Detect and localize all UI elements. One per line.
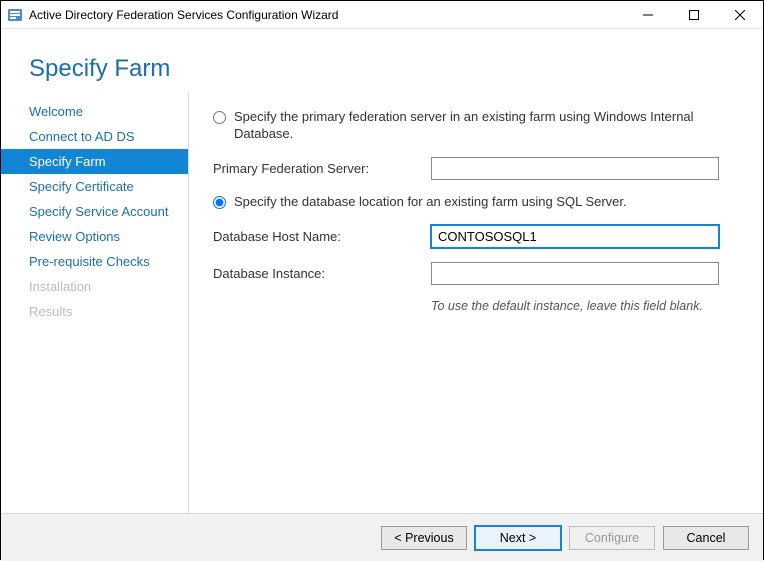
option-wid-label[interactable]: Specify the primary federation server in…: [234, 109, 739, 143]
wizard-body: Welcome Connect to AD DS Specify Farm Sp…: [1, 93, 763, 513]
primary-server-input: [431, 157, 719, 180]
primary-server-label: Primary Federation Server:: [213, 161, 431, 176]
db-host-label: Database Host Name:: [213, 229, 431, 244]
app-icon: [7, 7, 23, 23]
sidebar-item-specify-service-account[interactable]: Specify Service Account: [1, 199, 188, 224]
maximize-button[interactable]: [671, 1, 717, 29]
db-host-row: Database Host Name:: [213, 225, 739, 248]
sidebar-item-prerequisite-checks[interactable]: Pre-requisite Checks: [1, 249, 188, 274]
db-instance-row: Database Instance:: [213, 262, 739, 285]
sidebar-item-welcome[interactable]: Welcome: [1, 99, 188, 124]
cancel-button[interactable]: Cancel: [663, 526, 749, 550]
db-instance-hint: To use the default instance, leave this …: [431, 299, 739, 313]
next-button[interactable]: Next >: [475, 526, 561, 550]
sidebar-item-results: Results: [1, 299, 188, 324]
option-sql-label[interactable]: Specify the database location for an exi…: [234, 194, 739, 211]
sidebar-item-review-options[interactable]: Review Options: [1, 224, 188, 249]
primary-server-row: Primary Federation Server:: [213, 157, 739, 180]
option-wid-row: Specify the primary federation server in…: [213, 109, 739, 143]
sidebar-item-connect-ad-ds[interactable]: Connect to AD DS: [1, 124, 188, 149]
db-instance-label: Database Instance:: [213, 266, 431, 281]
wizard-footer: < Previous Next > Configure Cancel: [1, 513, 763, 561]
titlebar: Active Directory Federation Services Con…: [1, 1, 763, 29]
window-title: Active Directory Federation Services Con…: [29, 8, 625, 22]
option-sql-row: Specify the database location for an exi…: [213, 194, 739, 211]
content-panel: Specify the primary federation server in…: [189, 93, 763, 513]
sidebar-item-specify-certificate[interactable]: Specify Certificate: [1, 174, 188, 199]
configure-button: Configure: [569, 526, 655, 550]
sidebar: Welcome Connect to AD DS Specify Farm Sp…: [1, 93, 189, 513]
sidebar-item-specify-farm[interactable]: Specify Farm: [1, 149, 188, 174]
minimize-button[interactable]: [625, 1, 671, 29]
sidebar-item-installation: Installation: [1, 274, 188, 299]
close-button[interactable]: [717, 1, 763, 29]
option-sql-radio[interactable]: [213, 196, 226, 209]
option-wid-radio[interactable]: [213, 111, 226, 124]
page-title: Specify Farm: [29, 55, 763, 83]
window-buttons: [625, 1, 763, 29]
db-host-input[interactable]: [431, 225, 719, 248]
db-instance-input[interactable]: [431, 262, 719, 285]
page-header: Specify Farm: [1, 29, 763, 93]
previous-button[interactable]: < Previous: [381, 526, 467, 550]
